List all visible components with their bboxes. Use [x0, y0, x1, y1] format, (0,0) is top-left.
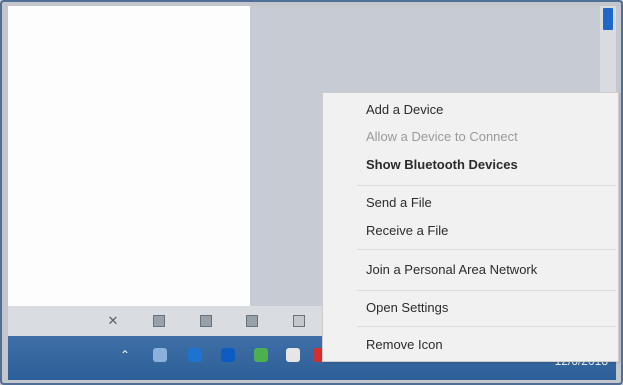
expand-tray-icon[interactable]: ⌃: [120, 346, 130, 364]
window-icon[interactable]: [151, 313, 167, 328]
fullscreen-icon[interactable]: ✕: [105, 313, 121, 328]
menu-item-join-pan[interactable]: Join a Personal Area Network: [366, 262, 537, 277]
edge-badge: [603, 8, 613, 30]
viewer-toolbar: ✕: [8, 306, 368, 336]
menu-separator: [357, 185, 616, 186]
network-icon[interactable]: [153, 346, 167, 364]
wechat-icon[interactable]: [286, 346, 300, 364]
menu-item-add-device[interactable]: Add a Device: [366, 102, 443, 117]
device-icon[interactable]: [291, 313, 307, 328]
edge-icon[interactable]: [188, 346, 202, 364]
layout-icon[interactable]: [244, 313, 260, 328]
chat-icon[interactable]: [254, 346, 268, 364]
menu-item-remove-icon[interactable]: Remove Icon: [366, 337, 443, 352]
menu-separator: [357, 326, 616, 327]
menu-item-allow-connect: Allow a Device to Connect: [366, 129, 518, 144]
menu-separator: [357, 290, 616, 291]
menu-item-show-devices[interactable]: Show Bluetooth Devices: [366, 157, 518, 172]
menu-item-send-file[interactable]: Send a File: [366, 195, 432, 210]
grid-icon[interactable]: [198, 313, 214, 328]
menu-item-open-settings[interactable]: Open Settings: [366, 300, 448, 315]
menu-separator: [357, 249, 616, 250]
menu-item-receive-file[interactable]: Receive a File: [366, 223, 448, 238]
document-pane: [8, 6, 250, 306]
bluetooth-context-menu: Add a Device Allow a Device to Connect S…: [322, 92, 619, 362]
app-icon[interactable]: [221, 346, 235, 364]
